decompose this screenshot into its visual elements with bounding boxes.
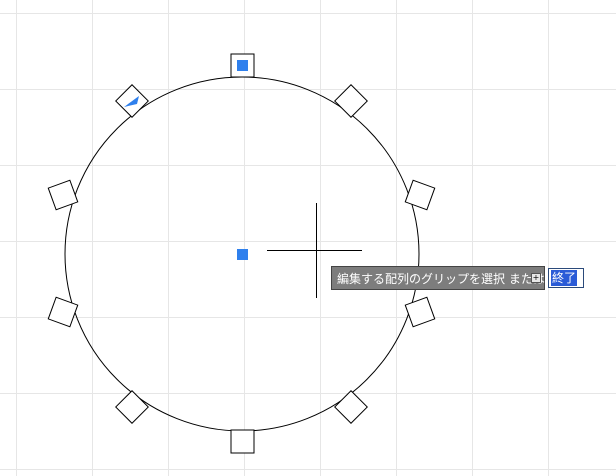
array-item[interactable] [115, 390, 149, 424]
array-item[interactable] [47, 179, 79, 211]
grid [0, 0, 616, 476]
array-item[interactable] [230, 429, 255, 454]
plus-dropdown-icon[interactable]: + [531, 273, 541, 283]
prompt-text: 編集する配列のグリップを選択 または [337, 271, 545, 286]
array-item[interactable] [404, 179, 436, 211]
array-item[interactable] [334, 390, 368, 424]
base-grip[interactable] [237, 60, 248, 71]
option-input[interactable]: 終了 [548, 268, 584, 288]
exit-option[interactable]: 終了 [551, 270, 578, 286]
command-prompt-tooltip: 編集する配列のグリップを選択 または + [331, 266, 545, 290]
array-item[interactable] [47, 296, 79, 328]
center-grip[interactable] [237, 249, 248, 260]
drawing-canvas[interactable] [0, 0, 616, 476]
array-item[interactable] [404, 296, 436, 328]
